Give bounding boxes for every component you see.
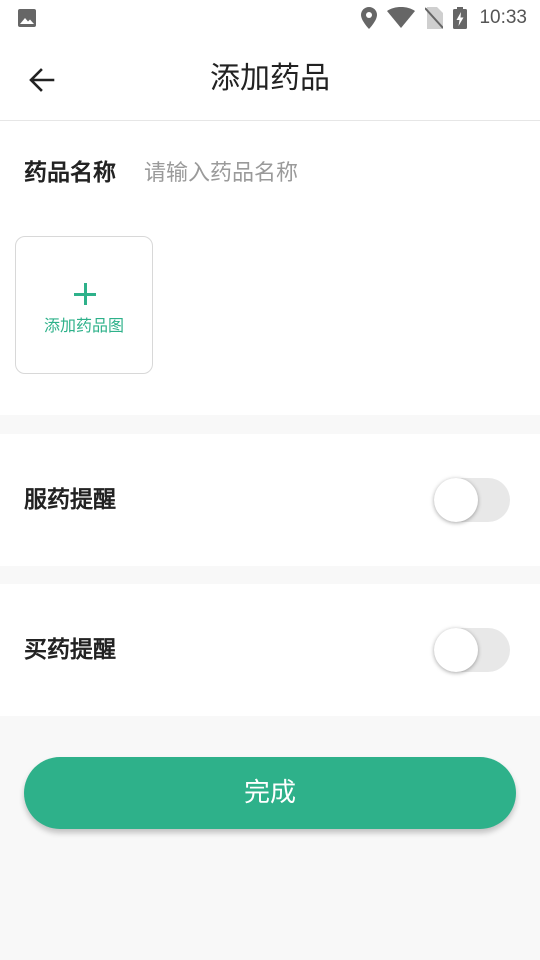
status-icons: 10:33	[361, 6, 527, 30]
no-sim-icon	[425, 7, 444, 29]
wifi-icon	[387, 7, 416, 28]
title-bar: 添加药品	[0, 36, 540, 121]
add-image-label: 添加药品图	[43, 316, 124, 335]
toggle-knob	[434, 478, 478, 522]
battery-charging-icon	[453, 7, 468, 29]
take-medicine-reminder-toggle[interactable]	[434, 478, 510, 522]
page-title: 添加药品	[210, 61, 330, 96]
status-time: 10:33	[479, 7, 527, 28]
status-bar: 10:33	[0, 0, 540, 36]
plus-icon	[74, 283, 96, 305]
medicine-info-section: 药品名称 添加药品图	[0, 121, 540, 415]
buy-medicine-reminder-row: 买药提醒	[0, 584, 540, 716]
location-icon	[361, 7, 378, 29]
take-medicine-reminder-row: 服药提醒	[0, 434, 540, 566]
done-button[interactable]: 完成	[24, 757, 516, 829]
medicine-name-label: 药品名称	[24, 160, 116, 186]
buy-medicine-reminder-toggle[interactable]	[434, 628, 510, 672]
toggle-knob	[434, 628, 478, 672]
take-medicine-reminder-label: 服药提醒	[24, 487, 116, 513]
image-icon	[18, 9, 36, 27]
medicine-name-input[interactable]	[144, 151, 514, 195]
add-medicine-image-button[interactable]: 添加药品图	[15, 236, 153, 374]
add-medicine-screen: 10:33 添加药品 药品名称 添加药品图 服药提醒 买药提醒	[0, 0, 540, 960]
buy-medicine-reminder-label: 买药提醒	[24, 637, 116, 663]
